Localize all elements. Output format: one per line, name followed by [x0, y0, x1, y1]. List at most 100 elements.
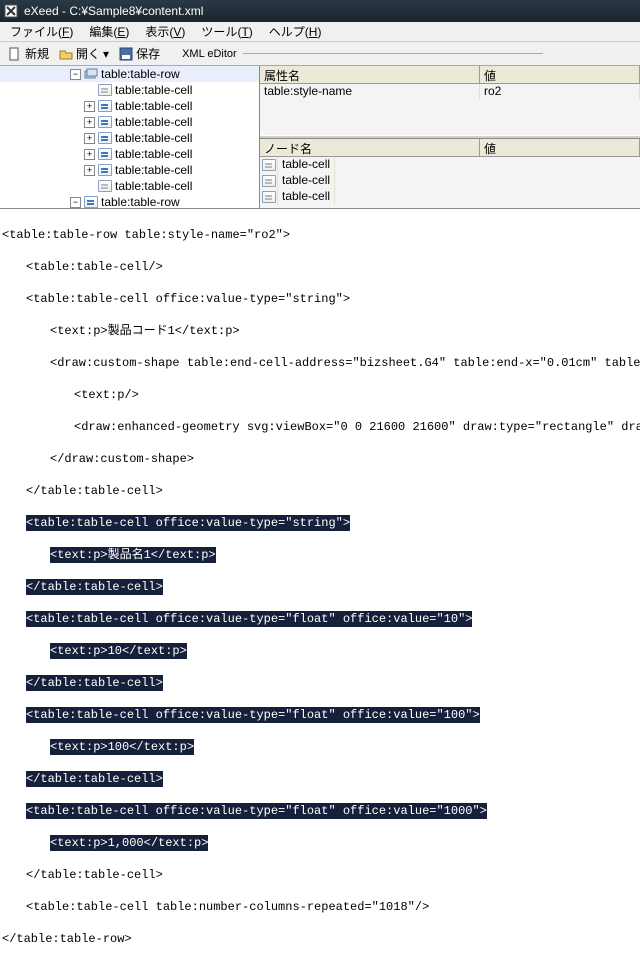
tree-item-cell[interactable]: + table:table-cell — [0, 146, 259, 162]
save-label: 保存 — [136, 45, 160, 62]
tree-item-label: table:table-cell — [115, 163, 192, 177]
col-node-value[interactable]: 値 — [480, 139, 640, 156]
src-line-hl: <table:table-cell office:value-type="flo… — [2, 707, 638, 723]
tree-pane[interactable]: − table:table-row table:table-cell + tabl… — [0, 66, 260, 208]
src-line: </table:table-cell> — [2, 867, 638, 883]
expander-plus-icon[interactable]: + — [84, 117, 95, 128]
tree-item-row[interactable]: − table:table-row — [0, 194, 259, 208]
tree-item-label: table:table-row — [101, 195, 180, 208]
src-line-hl: <text:p>10</text:p> — [2, 643, 638, 659]
open-button[interactable]: 開く ▾ — [55, 44, 113, 63]
attr-row[interactable]: table:style-name ro2 — [260, 84, 640, 100]
new-label: 新規 — [25, 45, 49, 62]
tree-item-label: table:table-cell — [115, 99, 192, 113]
xml-source-view[interactable]: <table:table-row table:style-name="ro2">… — [0, 209, 640, 971]
new-button[interactable]: 新規 — [4, 44, 53, 63]
toolbar: 新規 開く ▾ 保存 XML eDitor — [0, 42, 640, 66]
src-line: <draw:enhanced-geometry svg:viewBox="0 0… — [2, 419, 638, 435]
open-icon — [59, 47, 73, 61]
node-name: table-cell — [278, 189, 335, 205]
src-line: <table:table-cell/> — [2, 259, 638, 275]
save-button[interactable]: 保存 — [115, 44, 164, 63]
src-line-hl: </table:table-cell> — [2, 771, 638, 787]
page-icon — [84, 196, 98, 208]
page-icon — [262, 159, 276, 171]
src-line-hl: <table:table-cell office:value-type="flo… — [2, 803, 638, 819]
expander-plus-icon[interactable]: + — [84, 149, 95, 160]
tree-item-cell[interactable]: + table:table-cell — [0, 98, 259, 114]
menubar: ファイル(F) 編集(E) 表示(V) ツール(T) ヘルプ(H) — [0, 22, 640, 42]
src-line: </draw:custom-shape> — [2, 451, 638, 467]
src-line: <table:table-cell office:value-type="str… — [2, 291, 638, 307]
expander-minus-icon[interactable]: − — [70, 69, 81, 80]
attr-value: ro2 — [480, 84, 640, 100]
tree-item-cell[interactable]: + table:table-cell — [0, 162, 259, 178]
node-row[interactable]: table-cell — [260, 157, 640, 173]
src-line-hl: </table:table-cell> — [2, 675, 638, 691]
src-line: <table:table-cell table:number-columns-r… — [2, 899, 638, 915]
properties-pane: 属性名 値 table:style-name ro2 ノード名 値 table-… — [260, 66, 640, 208]
src-line-hl: <table:table-cell office:value-type="flo… — [2, 611, 638, 627]
expander-plus-icon[interactable]: + — [84, 133, 95, 144]
src-line-hl: </table:table-cell> — [2, 579, 638, 595]
titlebar: eXeed - C:¥Sample8¥content.xml — [0, 0, 640, 22]
menu-help[interactable]: ヘルプ(H) — [263, 22, 328, 41]
node-grid-header: ノード名 値 — [260, 139, 640, 157]
title-text: eXeed - C:¥Sample8¥content.xml — [24, 4, 203, 18]
tree-item-label: table:table-cell — [115, 131, 192, 145]
menu-view[interactable]: 表示(V) — [139, 22, 191, 41]
expander-minus-icon[interactable]: − — [70, 197, 81, 208]
attr-grid-header: 属性名 値 — [260, 66, 640, 84]
expander-plus-icon[interactable]: + — [84, 165, 95, 176]
col-attr-name[interactable]: 属性名 — [260, 66, 480, 83]
tree-item-label: table:table-cell — [115, 83, 192, 97]
src-line: </table:table-cell> — [2, 483, 638, 499]
save-icon — [119, 47, 133, 61]
page-icon — [98, 148, 112, 160]
expander-plus-icon[interactable]: + — [84, 101, 95, 112]
page-icon — [98, 100, 112, 112]
page-icon — [262, 175, 276, 187]
col-attr-value[interactable]: 値 — [480, 66, 640, 83]
tree-item-label: table:table-row — [101, 67, 180, 81]
panes: − table:table-row table:table-cell + tabl… — [0, 66, 640, 209]
app-icon — [4, 4, 18, 18]
stack-icon — [84, 68, 98, 80]
src-line: <draw:custom-shape table:end-cell-addres… — [2, 355, 638, 371]
menu-tools[interactable]: ツール(T) — [195, 22, 258, 41]
new-icon — [8, 47, 22, 61]
attr-name: table:style-name — [260, 84, 480, 100]
src-line-hl: <table:table-cell office:value-type="str… — [2, 515, 638, 531]
src-line-hl: <text:p>100</text:p> — [2, 739, 638, 755]
page-icon — [98, 84, 112, 96]
tree-item-root[interactable]: − table:table-row — [0, 66, 259, 82]
menu-file[interactable]: ファイル(F) — [4, 22, 79, 41]
src-line: </table:table-row> — [2, 931, 638, 947]
tree-item-label: table:table-cell — [115, 147, 192, 161]
src-line: <text:p/> — [2, 387, 638, 403]
node-name: table-cell — [278, 157, 335, 173]
src-line-hl: <text:p>製品名1</text:p> — [2, 547, 638, 563]
src-line: <text:p>製品コード1</text:p> — [2, 323, 638, 339]
node-row[interactable]: table-cell — [260, 189, 640, 205]
xml-editor-label: XML eDitor — [182, 48, 543, 60]
page-icon — [262, 191, 276, 203]
tree-item-cell[interactable]: table:table-cell — [0, 178, 259, 194]
page-icon — [98, 116, 112, 128]
tree-item-cell[interactable]: + table:table-cell — [0, 130, 259, 146]
node-row[interactable]: table-cell — [260, 173, 640, 189]
dropdown-icon: ▾ — [103, 47, 109, 61]
open-label: 開く — [76, 45, 100, 62]
col-node-name[interactable]: ノード名 — [260, 139, 480, 156]
tree-item-cell[interactable]: + table:table-cell — [0, 114, 259, 130]
page-icon — [98, 132, 112, 144]
node-name: table-cell — [278, 173, 335, 189]
src-line-hl: <text:p>1,000</text:p> — [2, 835, 638, 851]
page-icon — [98, 180, 112, 192]
tree-item-cell[interactable]: table:table-cell — [0, 82, 259, 98]
tree-item-label: table:table-cell — [115, 179, 192, 193]
menu-edit[interactable]: 編集(E) — [83, 22, 135, 41]
src-line: <table:table-row table:style-name="ro2"> — [2, 227, 638, 243]
tree-item-label: table:table-cell — [115, 115, 192, 129]
page-icon — [98, 164, 112, 176]
